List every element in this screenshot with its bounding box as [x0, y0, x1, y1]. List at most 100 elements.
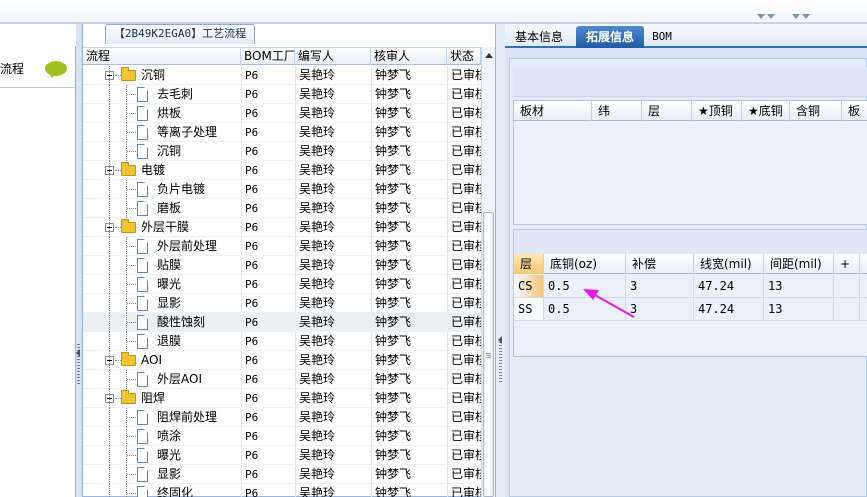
bom-factory-cell: P6	[245, 164, 259, 177]
tree-row[interactable]: 沉铜 P6 吴艳玲 钟梦飞 已审核	[83, 66, 481, 85]
author-cell: 吴艳玲	[299, 448, 336, 462]
author-cell: 吴艳玲	[299, 410, 336, 424]
folder-icon	[121, 219, 136, 233]
dropdown-arrow-icon[interactable]	[802, 14, 810, 19]
tab-basic-info[interactable]: 基本信息	[507, 26, 571, 48]
column-header-copper-content[interactable]: 含铜	[790, 101, 842, 121]
column-header-bottom-copper[interactable]: ★底铜	[742, 101, 790, 121]
tree-row[interactable]: 外层干膜 P6 吴艳玲 钟梦飞 已审核	[83, 218, 481, 237]
column-header-board-extra[interactable]: 板	[842, 101, 867, 121]
base-copper-cell[interactable]: 0.5	[544, 298, 626, 320]
reviewer-cell: 钟梦飞	[375, 448, 412, 462]
left-panel-header[interactable]: 流程	[0, 46, 75, 88]
document-icon	[137, 372, 148, 387]
tree-row[interactable]: 显影 P6 吴艳玲 钟梦飞 已审核	[83, 465, 481, 484]
status-cell: 已审核	[451, 239, 481, 253]
tree-row[interactable]: 曝光 P6 吴艳玲 钟梦飞 已审核	[83, 446, 481, 465]
tree-row[interactable]: 显影 P6 吴艳玲 钟梦飞 已审核	[83, 294, 481, 313]
scrollbar-thumb[interactable]	[483, 212, 494, 497]
tree-row[interactable]: 外层前处理 P6 吴艳玲 钟梦飞 已审核	[83, 237, 481, 256]
tree-row[interactable]: 酸性蚀刻 P6 吴艳玲 钟梦飞 已审核	[83, 313, 481, 332]
column-header-layer[interactable]: 层	[642, 101, 692, 121]
bom-factory-cell: P6	[245, 373, 259, 386]
column-header-process[interactable]: 流程	[83, 48, 241, 65]
tree-row[interactable]: 去毛刺 P6 吴艳玲 钟梦飞 已审核	[83, 85, 481, 104]
tab-bom[interactable]: BOM	[647, 26, 677, 48]
column-header-top-copper[interactable]: ★顶铜	[692, 101, 742, 121]
tree-row[interactable]: 沉铜 P6 吴艳玲 钟梦飞 已审核	[83, 142, 481, 161]
column-header-board[interactable]: 板材	[514, 101, 592, 121]
tree-row[interactable]: 阻焊前处理 P6 吴艳玲 钟梦飞 已审核	[83, 408, 481, 427]
author-cell: 吴艳玲	[299, 68, 336, 82]
tree-row[interactable]: 电镀 P6 吴艳玲 钟梦飞 已审核	[83, 161, 481, 180]
status-cell: 已审核	[451, 296, 481, 310]
column-header-warp[interactable]: 纬	[592, 101, 642, 121]
tree-row[interactable]: 等离子处理 P6 吴艳玲 钟梦飞 已审核	[83, 123, 481, 142]
tree-row[interactable]: 退膜 P6 吴艳玲 钟梦飞 已审核	[83, 332, 481, 351]
column-header-reviewer[interactable]: 核审人	[371, 48, 447, 65]
tab-extended-info[interactable]: 拓展信息	[576, 26, 644, 48]
line-width-cell[interactable]: 47.24	[694, 275, 764, 297]
tree-row[interactable]: 阻焊 P6 吴艳玲 钟梦飞 已审核	[83, 389, 481, 408]
reviewer-cell: 钟梦飞	[375, 182, 412, 196]
tree-row[interactable]: 曝光 P6 吴艳玲 钟梦飞 已审核	[83, 275, 481, 294]
status-cell: 已审核	[451, 201, 481, 215]
status-cell: 已审核	[451, 429, 481, 443]
tree-row[interactable]: 喷涂 P6 吴艳玲 钟梦飞 已审核	[83, 427, 481, 446]
tree-row[interactable]: 磨板 P6 吴艳玲 钟梦飞 已审核	[83, 199, 481, 218]
spacing-cell[interactable]: 13	[764, 298, 834, 320]
column-header-layer[interactable]: 层	[514, 254, 544, 274]
tree-row[interactable]: 贴膜 P6 吴艳玲 钟梦飞 已审核	[83, 256, 481, 275]
chat-bubble-icon[interactable]	[45, 61, 67, 78]
extended-info-content: 板材 纬 层 ★顶铜 ★底铜 含铜 板 层 底铜(oz) 补偿 线宽(mil) …	[509, 58, 867, 497]
column-header-spacing[interactable]: 间距(mil)	[764, 254, 834, 274]
status-cell: 已审核	[451, 372, 481, 386]
detail-tab-bar: 基本信息 拓展信息 BOM	[505, 24, 867, 48]
layer-row[interactable]: CS 0.5 3 47.24 13	[514, 275, 867, 298]
document-icon	[137, 258, 148, 273]
author-cell: 吴艳玲	[299, 429, 336, 443]
process-name: 去毛刺	[157, 87, 194, 101]
tree-row[interactable]: 外层AOI P6 吴艳玲 钟梦飞 已审核	[83, 370, 481, 389]
process-name: 显影	[157, 296, 182, 310]
process-tree-tab[interactable]: 【2B49K2EGA0】工艺流程	[105, 24, 255, 44]
document-icon	[137, 239, 148, 254]
base-copper-cell[interactable]: 0.5	[544, 275, 626, 297]
author-cell: 吴艳玲	[299, 296, 336, 310]
column-header-line-width[interactable]: 线宽(mil)	[694, 254, 764, 274]
layer-copper-grid: 层 底铜(oz) 补偿 线宽(mil) 间距(mil) + CS 0.5 3 47.2…	[513, 229, 867, 357]
tree-row[interactable]: 烘板 P6 吴艳玲 钟梦飞 已审核	[83, 104, 481, 123]
process-name: 沉铜	[157, 144, 182, 158]
tree-row[interactable]: 终固化 P6 吴艳玲 钟梦飞 已审核	[83, 484, 481, 497]
board-material-grid: 板材 纬 层 ★顶铜 ★底铜 含铜 板	[513, 100, 867, 225]
compensation-cell[interactable]: 3	[626, 275, 694, 297]
column-header-base-copper[interactable]: 底铜(oz)	[544, 254, 626, 274]
center-splitter[interactable]	[496, 24, 505, 497]
document-icon	[137, 410, 148, 425]
detail-panel: 基本信息 拓展信息 BOM 板材 纬 层 ★顶铜 ★底铜 含铜 板 层 底铜(o…	[505, 24, 867, 497]
status-cell: 已审核	[451, 277, 481, 291]
author-cell: 吴艳玲	[299, 353, 336, 367]
scroll-up-arrow-icon[interactable]	[485, 53, 493, 58]
dropdown-arrow-icon[interactable]	[767, 14, 775, 19]
column-header-compensation[interactable]: 补偿	[626, 254, 694, 274]
layer-row[interactable]: SS 0.5 3 47.24 13	[514, 298, 867, 321]
column-header-author[interactable]: 编写人	[295, 48, 371, 65]
process-tree-header: 流程 BOM工厂 编写人 核审人 状态	[83, 47, 495, 65]
add-column-button[interactable]: +	[834, 254, 860, 274]
spacing-cell[interactable]: 13	[764, 275, 834, 297]
compensation-cell[interactable]: 3	[626, 298, 694, 320]
process-name: 终固化	[157, 486, 194, 497]
author-cell: 吴艳玲	[299, 334, 336, 348]
tree-row[interactable]: 负片电镀 P6 吴艳玲 钟梦飞 已审核	[83, 180, 481, 199]
dropdown-arrow-icon[interactable]	[757, 14, 765, 19]
column-header-status[interactable]: 状态	[447, 48, 481, 65]
reviewer-cell: 钟梦飞	[375, 239, 412, 253]
line-width-cell[interactable]: 47.24	[694, 298, 764, 320]
column-header-bom-factory[interactable]: BOM工厂	[241, 48, 295, 65]
tree-vertical-scrollbar[interactable]	[481, 47, 495, 497]
process-name: 阻焊前处理	[157, 410, 218, 424]
tree-row[interactable]: AOI P6 吴艳玲 钟梦飞 已审核	[83, 351, 481, 370]
dropdown-arrow-icon[interactable]	[792, 14, 800, 19]
status-cell: 已审核	[451, 486, 481, 497]
